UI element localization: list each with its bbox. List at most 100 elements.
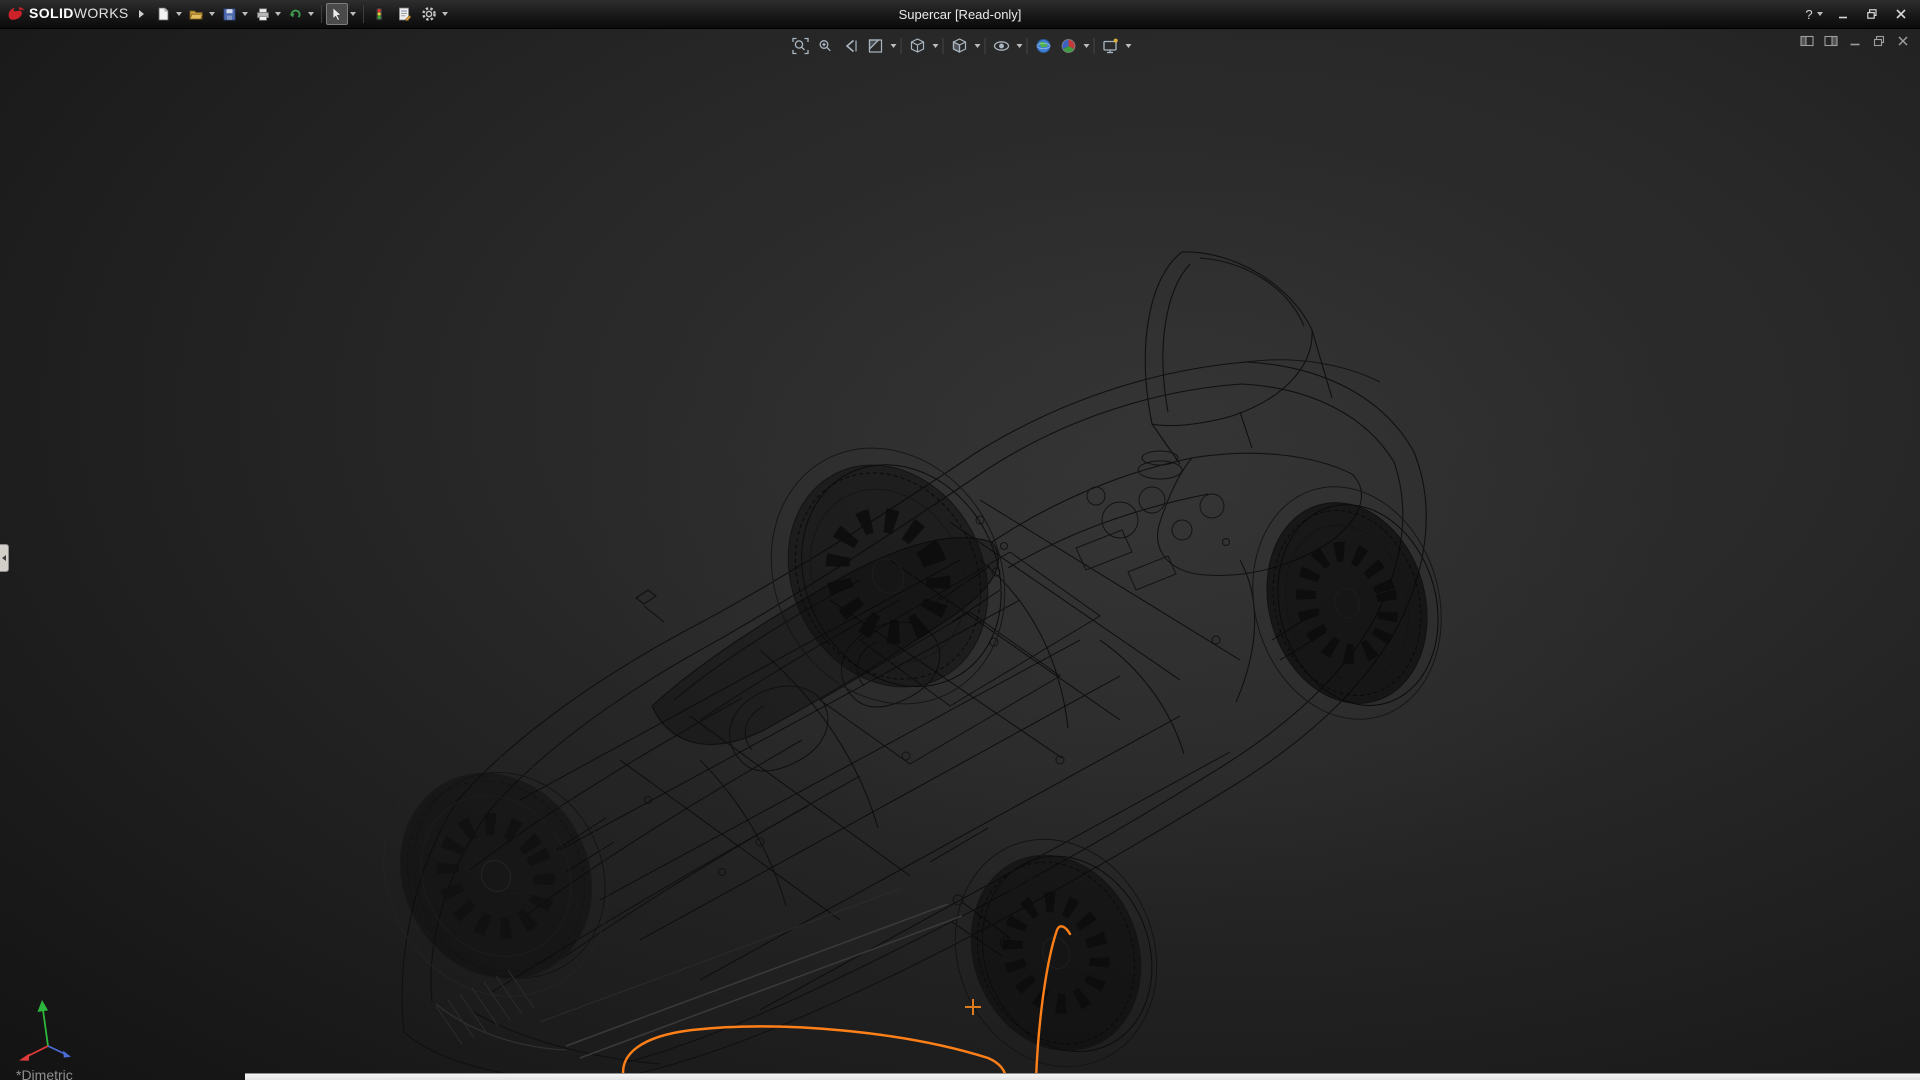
toolbar-separator (321, 5, 322, 23)
solidworks-logo-icon (6, 5, 26, 23)
save-floppy-icon (221, 6, 237, 22)
open-folder-icon (188, 6, 204, 22)
toolbar-separator (363, 5, 364, 23)
orientation-triad (10, 994, 82, 1066)
undo-button[interactable] (284, 3, 306, 25)
graphics-area[interactable]: *Dimetric (0, 29, 1920, 1080)
traffic-light-icon (371, 6, 387, 22)
file-properties-button[interactable] (393, 3, 415, 25)
zoom-to-fit-button[interactable] (789, 34, 813, 58)
edit-appearance-button[interactable] (1057, 34, 1081, 58)
view-settings-button[interactable] (1099, 34, 1123, 58)
chevron-left-icon (2, 555, 6, 561)
save-button[interactable] (218, 3, 240, 25)
close-icon (1896, 35, 1910, 47)
hud-separator (985, 38, 986, 54)
display-style-button[interactable] (948, 34, 972, 58)
pane-left-button[interactable] (1798, 33, 1816, 49)
help-dropdown-arrow (1817, 12, 1823, 16)
close-icon (1895, 8, 1907, 20)
hud-separator (1027, 38, 1028, 54)
hud-separator (943, 38, 944, 54)
window-controls: ? (1801, 4, 1914, 24)
previous-view-icon (842, 37, 860, 55)
close-document-button[interactable] (1894, 33, 1912, 49)
view-orientation-button[interactable] (906, 34, 930, 58)
new-dropdown-arrow[interactable] (176, 12, 182, 16)
restore-icon (1866, 8, 1878, 20)
zoom-to-fit-icon (792, 37, 810, 55)
split-pane-left-icon (1800, 35, 1814, 47)
undo-dropdown-arrow[interactable] (308, 12, 314, 16)
open-button[interactable] (185, 3, 207, 25)
hide-show-items-button[interactable] (990, 34, 1014, 58)
scene-globe-icon (1035, 37, 1053, 55)
minimize-window-button[interactable] (1830, 4, 1856, 24)
car-wheel-front-left (363, 732, 642, 1019)
help-button[interactable]: ? (1801, 4, 1827, 24)
section-view-dropdown-arrow[interactable] (891, 44, 897, 48)
options-gear-icon (421, 6, 437, 22)
minimize-icon (1848, 35, 1862, 47)
standard-toolbar (152, 3, 451, 25)
feature-panel-collapse-tab[interactable] (0, 544, 9, 572)
file-properties-icon (396, 6, 412, 22)
view-orientation-label: *Dimetric (16, 1067, 73, 1080)
previous-view-button[interactable] (839, 34, 863, 58)
open-dropdown-arrow[interactable] (209, 12, 215, 16)
select-cursor-icon (329, 6, 345, 22)
solidworks-window: SOLIDWORKS (0, 0, 1920, 1080)
section-view-icon (867, 37, 885, 55)
eye-icon (993, 37, 1011, 55)
hud-separator (901, 38, 902, 54)
hide-show-dropdown-arrow[interactable] (1017, 44, 1023, 48)
close-window-button[interactable] (1888, 4, 1914, 24)
save-dropdown-arrow[interactable] (242, 12, 248, 16)
new-document-icon (155, 6, 171, 22)
options-dropdown-arrow[interactable] (442, 12, 448, 16)
solidworks-logo: SOLIDWORKS (6, 5, 129, 23)
model-wireframe[interactable] (0, 29, 1920, 1080)
selection-cursor (965, 999, 981, 1015)
print-button[interactable] (251, 3, 273, 25)
restore-document-button[interactable] (1870, 33, 1888, 49)
zoom-to-area-button[interactable] (814, 34, 838, 58)
document-window-controls (1798, 33, 1912, 49)
select-button[interactable] (326, 3, 348, 25)
edit-appearance-dropdown-arrow[interactable] (1084, 44, 1090, 48)
minimize-document-button[interactable] (1846, 33, 1864, 49)
brand-light: WORKS (74, 5, 129, 21)
viewport-glow (580, 120, 1700, 920)
zoom-to-area-icon (817, 37, 835, 55)
heads-up-view-toolbar (789, 34, 1132, 58)
view-settings-dropdown-arrow[interactable] (1126, 44, 1132, 48)
print-icon (254, 6, 270, 22)
apply-scene-button[interactable] (1032, 34, 1056, 58)
options-button[interactable] (418, 3, 440, 25)
select-dropdown-arrow[interactable] (350, 12, 356, 16)
minimize-icon (1837, 8, 1849, 20)
restore-window-button[interactable] (1859, 4, 1885, 24)
display-style-icon (951, 37, 969, 55)
section-view-button[interactable] (864, 34, 888, 58)
window-title: Supercar [Read-only] (899, 7, 1022, 22)
brand-bold: SOLID (29, 5, 74, 21)
split-pane-right-icon (1824, 35, 1838, 47)
toolbar-expand-arrow[interactable] (139, 10, 144, 18)
display-style-dropdown-arrow[interactable] (975, 44, 981, 48)
undo-arrow-icon (287, 6, 303, 22)
title-bar: SOLIDWORKS (0, 0, 1920, 29)
restore-icon (1872, 35, 1886, 47)
brand-text: SOLIDWORKS (29, 5, 129, 23)
help-glyph: ? (1805, 7, 1812, 22)
view-cube-icon (909, 37, 927, 55)
appearance-ball-icon (1060, 37, 1078, 55)
hud-separator (1094, 38, 1095, 54)
view-settings-icon (1102, 37, 1120, 55)
taskbar-sliver[interactable] (245, 1073, 1920, 1080)
view-orientation-dropdown-arrow[interactable] (933, 44, 939, 48)
new-document-button[interactable] (152, 3, 174, 25)
print-dropdown-arrow[interactable] (275, 12, 281, 16)
rebuild-button[interactable] (368, 3, 390, 25)
pane-right-button[interactable] (1822, 33, 1840, 49)
